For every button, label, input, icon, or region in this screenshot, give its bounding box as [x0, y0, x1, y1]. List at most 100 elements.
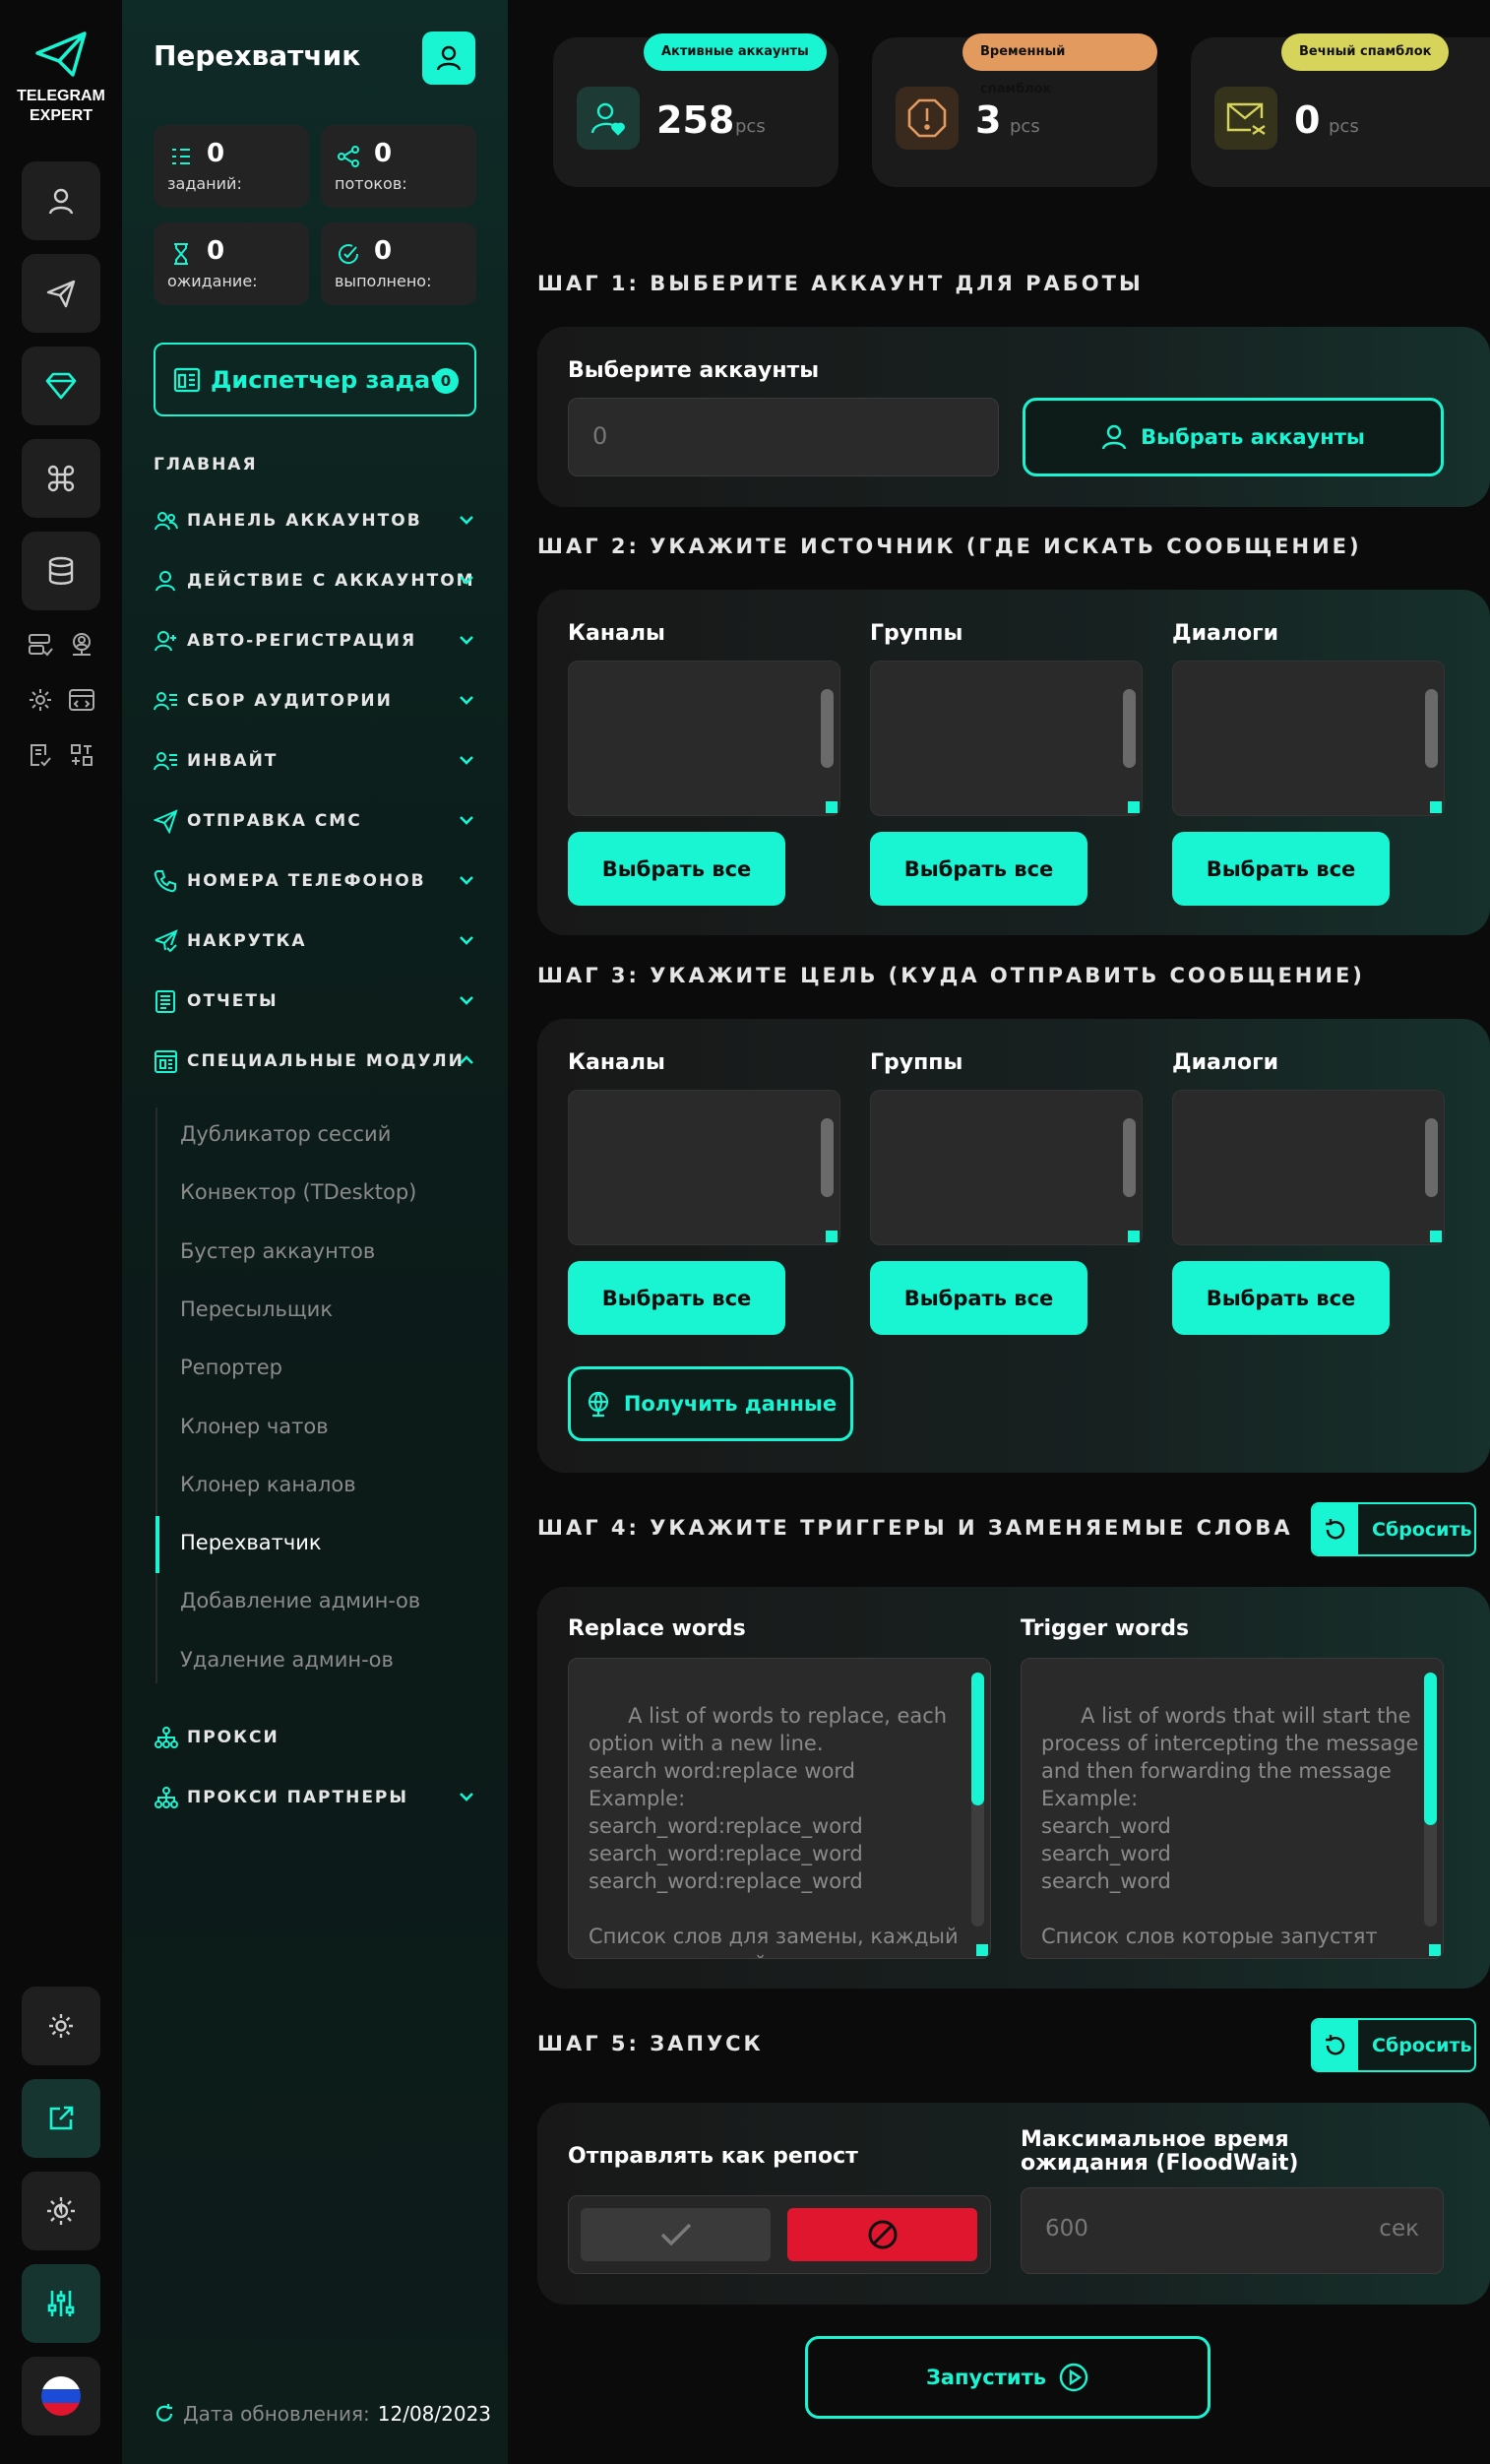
- nav-item-10[interactable]: СПЕЦИАЛЬНЫЕ МОДУЛИ: [154, 1044, 476, 1078]
- resize-handle[interactable]: [1128, 1231, 1140, 1242]
- step3-groups-list[interactable]: [870, 1090, 1143, 1245]
- rail-settings-small-button[interactable]: [24, 683, 57, 717]
- stat-waiting-value: 0: [207, 236, 225, 266]
- resize-handle[interactable]: [826, 1231, 838, 1242]
- rail-profile-button[interactable]: [22, 161, 100, 240]
- rail-theme-button[interactable]: [22, 2172, 100, 2250]
- scrollbar[interactable]: [1425, 689, 1438, 768]
- rail-settings-button[interactable]: [22, 1987, 100, 2065]
- user-profile-button[interactable]: [422, 32, 475, 85]
- nav-item-7[interactable]: НОМЕРА ТЕЛЕФОНОВ: [154, 864, 476, 898]
- accounts-count-field[interactable]: 0: [568, 398, 999, 476]
- card-active-accounts-pill: Активные аккаунты: [644, 33, 827, 71]
- submenu-item[interactable]: Перехватчик: [180, 1531, 322, 1554]
- submenu-item[interactable]: Бустер аккаунтов: [180, 1239, 375, 1263]
- card-perm-spamblock-value: 0: [1294, 98, 1321, 142]
- scrollbar[interactable]: [821, 1118, 834, 1197]
- step4-reset-button[interactable]: Сбросить: [1311, 1502, 1476, 1556]
- step2-groups-select-all[interactable]: Выбрать все: [870, 832, 1087, 906]
- nav-proxy-partners[interactable]: ПРОКСИ ПАРТНЕРЫ: [154, 1781, 476, 1814]
- submenu-item[interactable]: Клонер каналов: [180, 1473, 356, 1496]
- submenu-item[interactable]: Дубликатор сессий: [180, 1122, 391, 1146]
- rail-user-network-button[interactable]: [65, 628, 98, 662]
- step2-dialogs-list[interactable]: [1172, 661, 1445, 816]
- scrollbar-thumb[interactable]: [971, 1673, 984, 1805]
- user-list-icon: [154, 751, 177, 770]
- submenu-item[interactable]: Пересыльщик: [180, 1297, 333, 1321]
- rail-doc-check-button[interactable]: [24, 738, 57, 772]
- rail-server-check-button[interactable]: [24, 628, 57, 662]
- step3-channels-select-all[interactable]: Выбрать все: [568, 1261, 785, 1335]
- rail-database-button[interactable]: [22, 532, 100, 610]
- nav-item-8[interactable]: НАКРУТКА: [154, 924, 476, 958]
- replace-words-textarea[interactable]: A list of words to replace, each option …: [568, 1658, 991, 1959]
- resize-handle[interactable]: [826, 801, 838, 813]
- update-date-value: 12/08/2023: [377, 2402, 492, 2426]
- get-data-button[interactable]: Получить данные: [568, 1366, 853, 1441]
- nav-item-1[interactable]: ПАНЕЛЬ АККАУНТОВ: [154, 504, 476, 537]
- nav-proxy[interactable]: ПРОКСИ: [154, 1721, 476, 1754]
- resize-handle[interactable]: [1430, 1231, 1442, 1242]
- repost-yes-option[interactable]: [581, 2208, 771, 2261]
- nav-item-3[interactable]: АВТО-РЕГИСТРАЦИЯ: [154, 624, 476, 658]
- scrollbar[interactable]: [1123, 689, 1136, 768]
- scrollbar-thumb[interactable]: [1424, 1673, 1437, 1825]
- trigger-words-textarea[interactable]: A list of words that will start the proc…: [1021, 1658, 1444, 1959]
- submenu-item[interactable]: Клонер чатов: [180, 1415, 329, 1438]
- submenu-item[interactable]: Конвектор (TDesktop): [180, 1180, 416, 1204]
- step2-dialogs-select-all[interactable]: Выбрать все: [1172, 832, 1390, 906]
- resize-handle[interactable]: [1429, 1944, 1441, 1956]
- step3-dialogs-select-all[interactable]: Выбрать все: [1172, 1261, 1390, 1335]
- scrollbar[interactable]: [821, 689, 834, 768]
- rail-premium-button[interactable]: [22, 347, 100, 425]
- nav-item-4[interactable]: СБОР АУДИТОРИИ: [154, 684, 476, 718]
- rail-shapes-button[interactable]: [65, 738, 98, 772]
- rail-external-link-button[interactable]: [22, 2079, 100, 2158]
- users-icon: [155, 511, 178, 530]
- rail-send-button[interactable]: [22, 254, 100, 333]
- task-dispatcher-button[interactable]: Диспетчер задач 0: [154, 343, 476, 416]
- submenu-item[interactable]: Репортер: [180, 1356, 282, 1379]
- launch-button[interactable]: Запустить: [805, 2336, 1211, 2419]
- nav-item-2[interactable]: ДЕЙСТВИЕ С АККАУНТОМ: [154, 564, 476, 598]
- step3-title: ШАГ 3: УКАЖИТЕ ЦЕЛЬ (КУДА ОТПРАВИТЬ СООБ…: [537, 964, 1365, 987]
- step3-panel: Каналы Группы Диалоги Выбрать все Выбрат…: [537, 1019, 1490, 1473]
- submenu-item[interactable]: Добавление админ-ов: [180, 1589, 420, 1612]
- rail-code-window-button[interactable]: [65, 683, 98, 717]
- resize-handle[interactable]: [1430, 801, 1442, 813]
- resize-handle[interactable]: [976, 1944, 988, 1956]
- doc-check-icon: [31, 744, 51, 767]
- chevron-down-icon: [460, 876, 473, 885]
- nav-item-5[interactable]: ИНВАЙТ: [154, 744, 476, 778]
- step2-groups-list[interactable]: [870, 661, 1143, 816]
- chevron-down-icon: [460, 516, 473, 525]
- scrollbar[interactable]: [1425, 1118, 1438, 1197]
- step2-channels-select-all[interactable]: Выбрать все: [568, 832, 785, 906]
- nav-item-6[interactable]: ОТПРАВКА СМС: [154, 804, 476, 838]
- rail-command-button[interactable]: [22, 439, 100, 518]
- rail-equalizer-button[interactable]: [22, 2264, 100, 2343]
- language-flag-button[interactable]: [22, 2357, 100, 2435]
- user-icon: [48, 188, 74, 215]
- share-nodes-icon: [338, 146, 359, 167]
- server-check-icon: [29, 634, 53, 657]
- stat-threads: 0 потоков:: [321, 125, 476, 208]
- step3-channels-list[interactable]: [568, 1090, 840, 1245]
- submenu-item[interactable]: Удаление админ-ов: [180, 1648, 394, 1672]
- step5-reset-button[interactable]: Сбросить: [1311, 2018, 1476, 2072]
- select-accounts-button[interactable]: Выбрать аккаунты: [1023, 398, 1444, 476]
- step2-channels-list[interactable]: [568, 661, 840, 816]
- nav-item-9[interactable]: ОТЧЕТЫ: [154, 984, 476, 1018]
- floodwait-input[interactable]: 600 сек: [1021, 2187, 1444, 2274]
- brand-line-2: EXPERT: [29, 107, 93, 124]
- resize-handle[interactable]: [1128, 801, 1140, 813]
- step3-groups-select-all[interactable]: Выбрать все: [870, 1261, 1087, 1335]
- repost-no-option[interactable]: [787, 2208, 977, 2261]
- step2-dialogs-label: Диалоги: [1172, 621, 1278, 646]
- step3-dialogs-list[interactable]: [1172, 1090, 1445, 1245]
- repost-toggle[interactable]: [568, 2195, 991, 2274]
- scrollbar[interactable]: [1123, 1118, 1136, 1197]
- step4-title: ШАГ 4: УКАЖИТЕ ТРИГГЕРЫ И ЗАМЕНЯЕМЫЕ СЛО…: [537, 1516, 1293, 1540]
- app-logo[interactable]: TELEGRAM EXPERT: [0, 30, 122, 126]
- update-date: Дата обновления: 12/08/2023: [154, 2402, 491, 2426]
